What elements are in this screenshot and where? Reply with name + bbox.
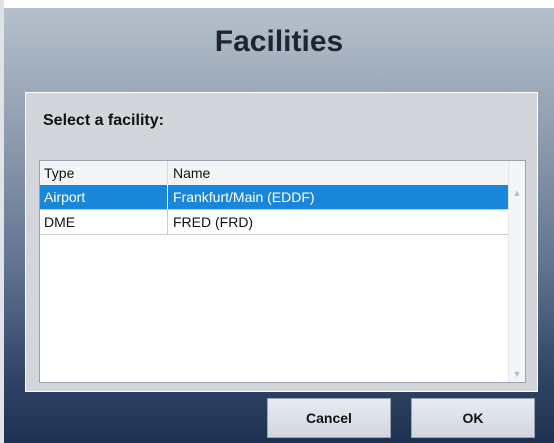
select-prompt: Select a facility: bbox=[43, 112, 164, 129]
selection-panel: Select a facility: Type Name Airport Fra… bbox=[25, 92, 538, 392]
chevron-up-icon[interactable]: ▲ bbox=[509, 185, 525, 201]
cell-name: Frankfurt/Main (EDDF) bbox=[173, 189, 315, 205]
ok-button[interactable]: OK bbox=[411, 398, 535, 438]
column-header-name[interactable]: Name bbox=[168, 161, 510, 185]
table-row[interactable]: DME FRED (FRD) bbox=[40, 210, 510, 235]
cell-type: Airport bbox=[40, 185, 168, 209]
vertical-scrollbar[interactable]: ▲ ▼ bbox=[508, 161, 525, 382]
facility-list[interactable]: Type Name Airport Frankfurt/Main (EDDF) … bbox=[39, 160, 526, 383]
list-header: Type Name bbox=[40, 161, 510, 186]
facilities-dialog: Facilities Select a facility: Type Name … bbox=[4, 8, 554, 443]
cancel-button[interactable]: Cancel bbox=[267, 398, 391, 438]
table-row[interactable]: Airport Frankfurt/Main (EDDF) bbox=[40, 185, 510, 210]
dialog-title: Facilities bbox=[214, 25, 344, 58]
chevron-down-icon[interactable]: ▼ bbox=[509, 366, 525, 382]
cell-name: FRED (FRD) bbox=[173, 214, 254, 230]
column-header-type[interactable]: Type bbox=[40, 161, 168, 185]
list-rows: Airport Frankfurt/Main (EDDF) DME FRED (… bbox=[40, 185, 510, 235]
cell-type: DME bbox=[40, 210, 168, 234]
